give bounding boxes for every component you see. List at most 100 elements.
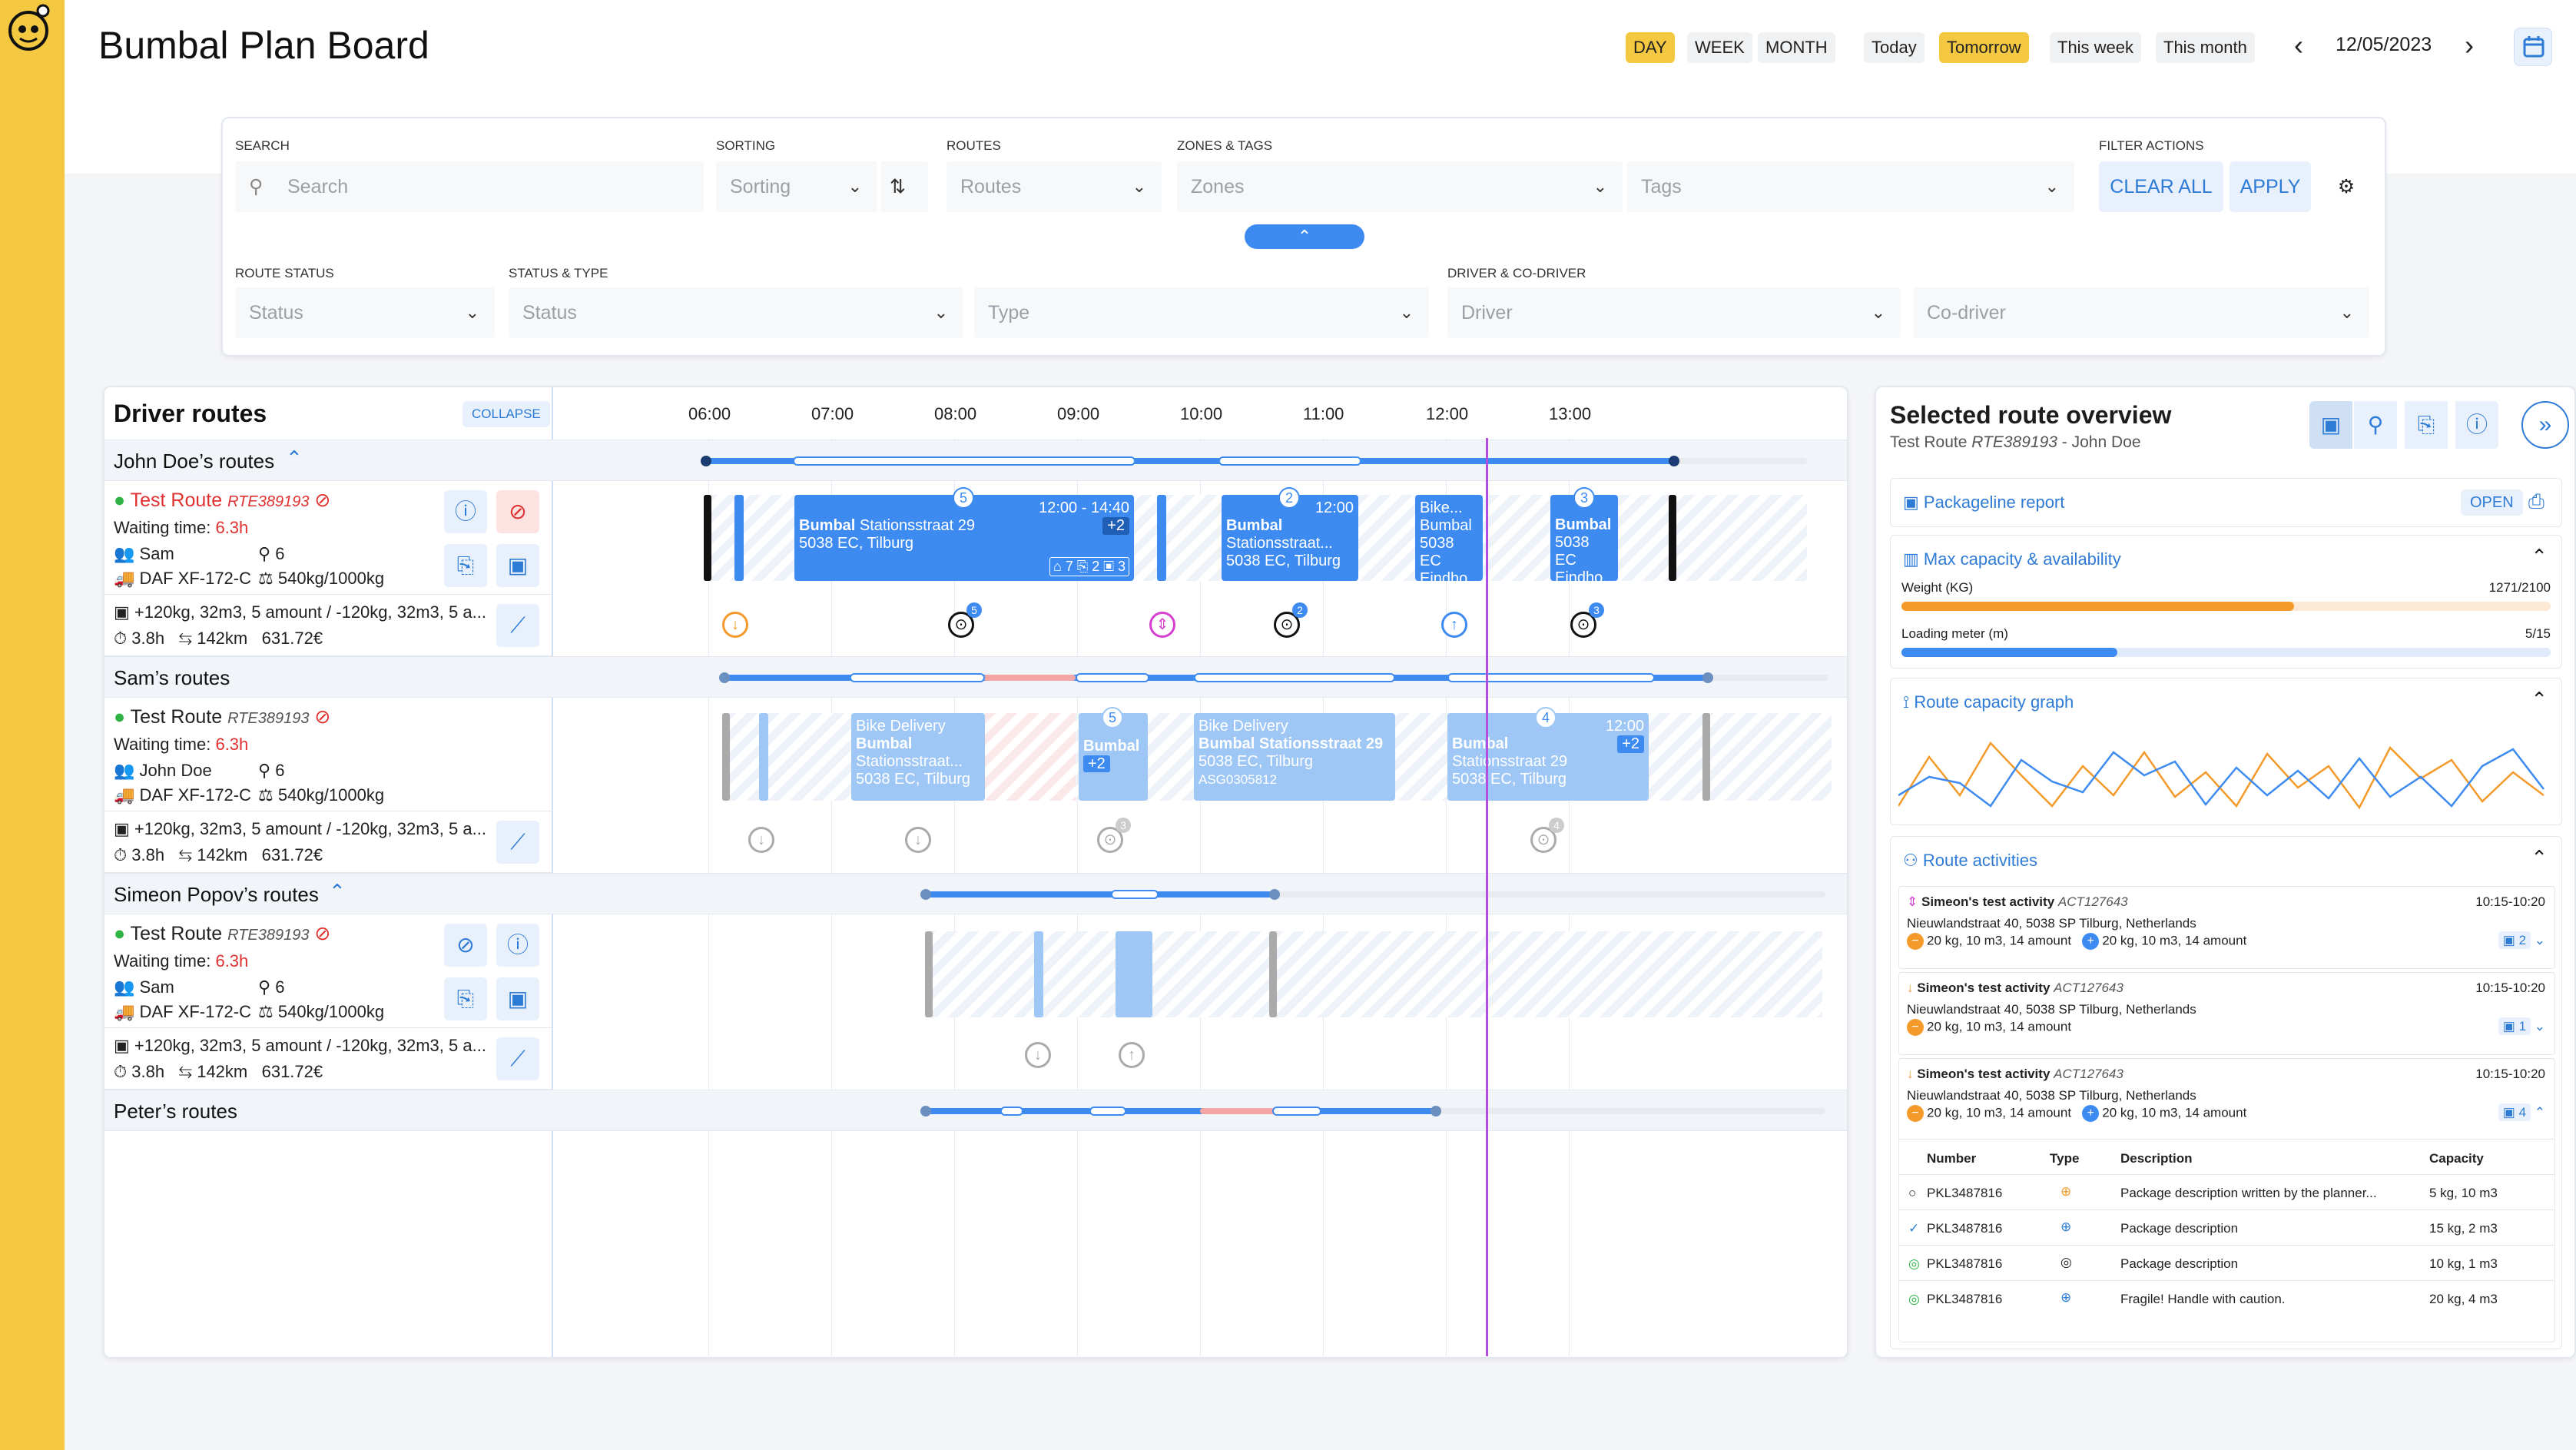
timer-icon: ⏱ xyxy=(114,629,128,648)
clear-all-button[interactable]: CLEAR ALL xyxy=(2099,161,2223,212)
tab-this-month[interactable]: This month xyxy=(2156,32,2255,63)
info-icon[interactable]: ⓘ xyxy=(444,490,487,533)
package-icon[interactable]: ▣ xyxy=(496,977,539,1020)
route-name: Test Route xyxy=(130,706,223,728)
route-code: RTE389193 xyxy=(227,493,310,510)
route-info-cell[interactable]: ● Test Route RTE389193 ⊘ Waiting time: 6… xyxy=(104,698,552,811)
paperclip-icon[interactable]: ⎘ xyxy=(444,544,487,587)
dropoff-marker-icon[interactable]: ↑ xyxy=(1119,1042,1145,1068)
stop-card[interactable]: Bike... Bumbal 5038 EC Eindho... xyxy=(1415,495,1483,581)
depot-stop-bar[interactable] xyxy=(759,713,768,801)
pickup-marker-icon[interactable]: ↓ xyxy=(748,827,774,853)
depot-stop-bar[interactable] xyxy=(734,495,744,581)
next-date-icon[interactable]: › xyxy=(2465,29,2474,61)
chevron-up-icon[interactable]: ⌃ xyxy=(286,446,303,470)
tab-today[interactable]: Today xyxy=(1864,32,1925,63)
activity-package-count[interactable]: ▣ 4 ⌃ xyxy=(2498,1103,2545,1121)
hour-label: 10:00 xyxy=(1180,404,1223,423)
chart-icon[interactable]: ⟋ xyxy=(496,604,539,647)
info-icon[interactable]: ⓘ xyxy=(496,924,539,967)
chevron-up-icon[interactable]: ⌃ xyxy=(329,880,346,904)
pickup-marker-icon[interactable]: ↓ xyxy=(1025,1042,1051,1068)
apply-button[interactable]: APPLY xyxy=(2230,161,2311,212)
stop-name: Bumbal xyxy=(856,735,913,752)
pickup-marker-icon[interactable]: ↓ xyxy=(905,827,931,853)
bee-logo-icon[interactable] xyxy=(2,2,55,55)
activity-item-expanded[interactable]: ↓ Simeon's test activity ACT127643 10:15… xyxy=(1898,1058,2555,1342)
routes-select[interactable]: Routes ⌄ xyxy=(947,161,1162,212)
activity-package-count[interactable]: ▣ 2 ⌄ xyxy=(2498,931,2545,949)
compass-icon[interactable]: ⊘ xyxy=(444,924,487,967)
codriver-placeholder: Co-driver xyxy=(1927,302,2006,324)
more-stops-badge[interactable]: +2 xyxy=(1102,517,1129,535)
exchange-marker-icon[interactable]: ⇕ xyxy=(1149,612,1175,638)
break-bar[interactable] xyxy=(1157,495,1166,581)
zones-placeholder: Zones xyxy=(1191,176,1245,197)
zones-select[interactable]: Zones ⌄ xyxy=(1177,161,1623,212)
codriver-select[interactable]: Co-driver ⌄ xyxy=(1913,287,2369,338)
tab-tomorrow[interactable]: Tomorrow xyxy=(1939,32,2029,63)
table-row[interactable]: ◎ PKL3487816 ⊕ Fragile! Handle with caut… xyxy=(1899,1280,2554,1316)
activities-title-text: Route activities xyxy=(1922,851,2038,870)
table-row[interactable]: ✓ PKL3487816 ⊕ Package description 15 kg… xyxy=(1899,1209,2554,1245)
chart-icon[interactable]: ⟋ xyxy=(496,1037,539,1080)
route-activities-card: ⚇ Route activities ⌃ ⇕ Simeon's test act… xyxy=(1890,836,2562,1349)
route-name: Test Route xyxy=(130,489,223,511)
tab-week[interactable]: WEEK xyxy=(1687,32,1752,63)
route-info-cell[interactable]: ● Test Route RTE389193 ⊘ Waiting time: 6… xyxy=(104,914,552,1028)
compass-icon[interactable]: ⊘ xyxy=(496,490,539,533)
activity-item[interactable]: ⇕ Simeon's test activity ACT127643 10:15… xyxy=(1898,886,2555,969)
package-icon[interactable]: ▣ xyxy=(496,544,539,587)
sorting-select[interactable]: Sorting ⌄ xyxy=(716,161,877,212)
more-stops-badge[interactable]: +2 xyxy=(1083,755,1110,772)
activity-time: 10:15-10:20 xyxy=(2475,1067,2545,1081)
table-row[interactable]: ○ PKL3487816 ⊕ Package description writt… xyxy=(1899,1174,2554,1209)
chevron-up-icon[interactable]: ⌃ xyxy=(2531,846,2548,870)
route-name: Test Route xyxy=(130,923,223,944)
sort-order-icon[interactable]: ⇅ xyxy=(880,161,928,212)
status-select[interactable]: Status ⌄ xyxy=(509,287,963,338)
type-select[interactable]: Type ⌄ xyxy=(974,287,1429,338)
tags-placeholder: Tags xyxy=(1641,176,1682,197)
activity-item[interactable]: ↓ Simeon's test activity ACT127643 10:15… xyxy=(1898,972,2555,1055)
pickup-marker-icon[interactable]: ↓ xyxy=(722,612,748,638)
more-stops-badge[interactable]: +2 xyxy=(1617,735,1644,753)
filter-settings-icon[interactable]: ⚙ xyxy=(2319,161,2374,212)
package-view-icon[interactable]: ▣ xyxy=(2309,401,2352,449)
stop-card[interactable]: Bike Delivery Bumbal Stationsstraat 29 5… xyxy=(1194,713,1395,801)
capacity-title-text: Max capacity & availability xyxy=(1923,549,2121,569)
tab-month[interactable]: MONTH xyxy=(1758,32,1835,63)
info-icon[interactable]: ⓘ xyxy=(2455,401,2498,449)
chevron-up-icon[interactable]: ⌃ xyxy=(2531,688,2548,712)
table-row[interactable]: ◎ PKL3487816 ◎ Package description 10 kg… xyxy=(1899,1245,2554,1280)
activity-package-count[interactable]: ▣ 1 ⌄ xyxy=(2498,1017,2545,1035)
stop-bar[interactable] xyxy=(1116,931,1152,1017)
tags-select[interactable]: Tags ⌄ xyxy=(1627,161,2074,212)
print-icon[interactable]: ⎙ xyxy=(2528,489,2545,514)
tab-day[interactable]: DAY xyxy=(1626,32,1675,63)
stop-name: Bumbal xyxy=(1226,517,1283,534)
row-description: Package description xyxy=(2120,1256,2239,1271)
calendar-icon[interactable] xyxy=(2514,28,2552,66)
stop-card[interactable]: Bike Delivery Bumbal Stationsstraat... 5… xyxy=(851,713,985,801)
prev-date-icon[interactable]: ‹ xyxy=(2294,29,2303,61)
paperclip-icon[interactable]: ⎘ xyxy=(444,977,487,1020)
chevron-up-icon[interactable]: ⌃ xyxy=(2531,545,2548,569)
collapse-button[interactable]: COLLAPSE xyxy=(462,401,550,427)
packageline-report-card[interactable]: ▣ Packageline report OPEN ⎙ xyxy=(1890,478,2562,527)
collapse-filters-button[interactable]: ⌃ xyxy=(1245,224,1364,249)
paperclip-icon[interactable]: ⎘ xyxy=(2405,401,2448,449)
dropoff-marker-icon[interactable]: ↑ xyxy=(1441,612,1467,638)
driver-select[interactable]: Driver ⌄ xyxy=(1447,287,1901,338)
open-button[interactable]: OPEN xyxy=(2461,489,2523,516)
search-input[interactable]: ⚲ Search xyxy=(235,161,704,212)
route-status-select[interactable]: Status ⌄ xyxy=(235,287,495,338)
tab-this-week[interactable]: This week xyxy=(2050,32,2142,63)
cube-icon: ▣ xyxy=(114,602,130,622)
status-placeholder: Status xyxy=(522,302,577,324)
map-pin-icon[interactable]: ⚲ xyxy=(2354,401,2397,449)
chart-icon[interactable]: ⟋ xyxy=(496,821,539,864)
expand-panel-icon[interactable]: » xyxy=(2521,401,2569,449)
stop-bar[interactable] xyxy=(1034,931,1043,1017)
route-info-cell[interactable]: ● Test Route RTE389193 ⊘ Waiting time: 6… xyxy=(104,481,552,595)
